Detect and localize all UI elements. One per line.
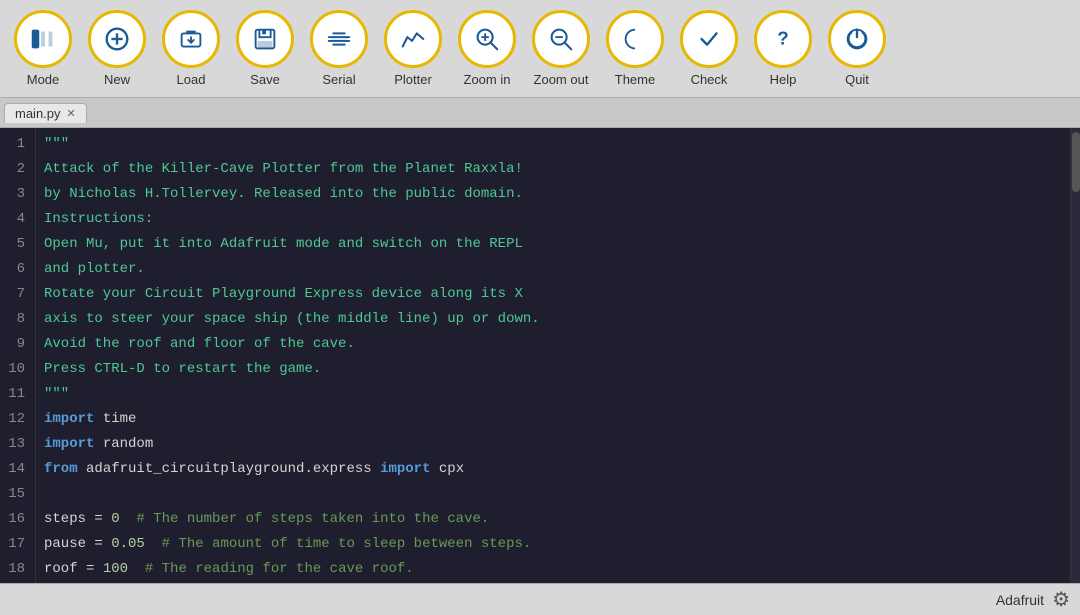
help-label: Help [770,72,797,87]
check-button[interactable]: Check [674,10,744,87]
line-num: 13 [8,432,25,457]
line-num: 14 [8,457,25,482]
save-icon [236,10,294,68]
tab-close-icon[interactable]: ✕ [67,107,76,120]
save-button[interactable]: Save [230,10,300,87]
zoom-out-icon [532,10,590,68]
scrollbar-thumb[interactable] [1072,132,1080,192]
zoom-out-label: Zoom out [534,72,589,87]
mode-status: Adafruit [996,592,1044,608]
zoom-in-label: Zoom in [464,72,511,87]
tab-label: main.py [15,106,61,121]
line-num: 4 [8,207,25,232]
serial-icon [310,10,368,68]
line-num: 7 [8,282,25,307]
zoom-in-icon [458,10,516,68]
line-num: 3 [8,182,25,207]
theme-label: Theme [615,72,655,87]
zoom-in-button[interactable]: Zoom in [452,10,522,87]
plotter-icon [384,10,442,68]
line-num: 1 [8,132,25,157]
quit-label: Quit [845,72,869,87]
line-num: 10 [8,357,25,382]
quit-icon [828,10,886,68]
load-label: Load [177,72,206,87]
zoom-out-button[interactable]: Zoom out [526,10,596,87]
line-num: 16 [8,507,25,532]
tab-bar: main.py ✕ [0,98,1080,128]
line-num: 9 [8,332,25,357]
new-icon [88,10,146,68]
line-num: 6 [8,257,25,282]
help-icon: ? [754,10,812,68]
plotter-button[interactable]: Plotter [378,10,448,87]
status-bar: Adafruit ⚙ [0,583,1080,615]
line-num: 15 [8,482,25,507]
serial-label: Serial [322,72,355,87]
line-numbers: 1 2 3 4 5 6 7 8 9 10 11 12 13 14 15 16 1… [0,128,36,583]
line-num: 5 [8,232,25,257]
theme-button[interactable]: Theme [600,10,670,87]
new-label: New [104,72,130,87]
new-button[interactable]: New [82,10,152,87]
line-num: 17 [8,532,25,557]
theme-icon [606,10,664,68]
line-num: 2 [8,157,25,182]
load-icon [162,10,220,68]
check-label: Check [691,72,728,87]
help-button[interactable]: ? Help [748,10,818,87]
load-button[interactable]: Load [156,10,226,87]
tab-main-py[interactable]: main.py ✕ [4,103,87,123]
line-num: 12 [8,407,25,432]
plotter-label: Plotter [394,72,432,87]
editor-area: 1 2 3 4 5 6 7 8 9 10 11 12 13 14 15 16 1… [0,128,1080,583]
mode-button[interactable]: Mode [8,10,78,87]
check-icon [680,10,738,68]
mode-icon [14,10,72,68]
mode-label: Mode [27,72,60,87]
svg-text:?: ? [777,28,788,49]
serial-button[interactable]: Serial [304,10,374,87]
save-label: Save [250,72,280,87]
line-num: 8 [8,307,25,332]
vertical-scrollbar[interactable] [1070,128,1080,583]
quit-button[interactable]: Quit [822,10,892,87]
settings-gear-icon[interactable]: ⚙ [1052,587,1070,612]
line-num: 11 [8,382,25,407]
code-editor[interactable]: """ Attack of the Killer-Cave Plotter fr… [36,128,1070,583]
line-num: 18 [8,557,25,582]
toolbar: Mode New Load Save Serial Plotter [0,0,1080,98]
